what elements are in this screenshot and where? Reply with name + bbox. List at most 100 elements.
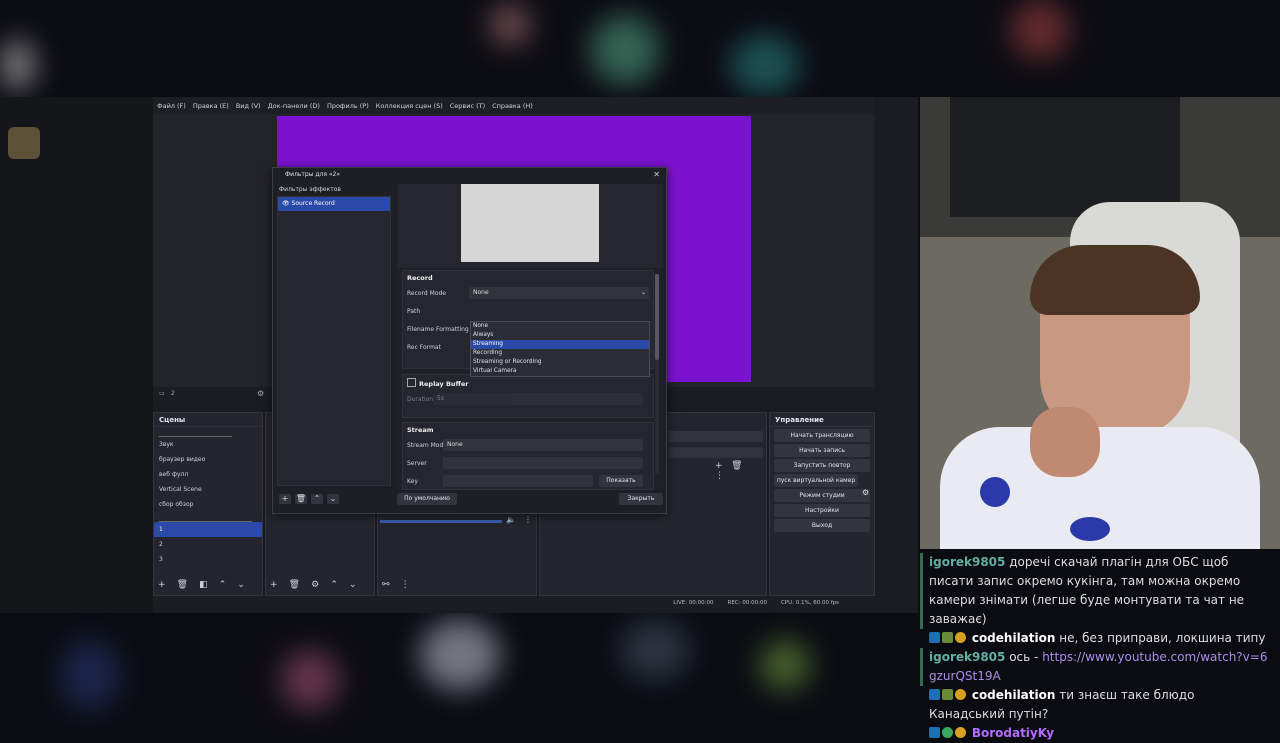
close-icon[interactable]: ✕ bbox=[653, 170, 660, 179]
menu-profile[interactable]: Профиль (P) bbox=[327, 102, 369, 110]
more-icon[interactable]: ⋮ bbox=[524, 515, 532, 524]
volume-slider[interactable] bbox=[380, 520, 502, 523]
controls-title: Управление bbox=[770, 413, 874, 427]
speaker-icon[interactable]: 🔈 bbox=[506, 515, 516, 524]
start-recording-button[interactable]: Начать запись bbox=[774, 444, 870, 457]
filters-panel: Фильтры эффектов 👁 Source Record bbox=[277, 184, 395, 490]
studio-mode-button[interactable]: Режим студии bbox=[774, 489, 870, 502]
add-icon[interactable]: + bbox=[158, 580, 166, 590]
chat-username[interactable]: codehilation bbox=[972, 631, 1056, 645]
gear-icon[interactable]: ⚙ bbox=[311, 580, 319, 590]
stream-group: Stream Stream Mode None Server Key Показ… bbox=[402, 422, 654, 490]
scroll-thumb[interactable] bbox=[655, 274, 659, 360]
eye-icon[interactable]: 👁 bbox=[282, 200, 290, 207]
record-section-title: Record bbox=[407, 274, 433, 282]
settings-button[interactable]: Настройки bbox=[774, 504, 870, 517]
up-icon[interactable]: ⌃ bbox=[330, 580, 338, 590]
remove-filter-button[interactable]: 🗑 bbox=[295, 494, 307, 504]
gear-icon[interactable]: ⚙ bbox=[257, 389, 264, 398]
scene-item[interactable]: 2 bbox=[154, 537, 262, 552]
move-up-button[interactable]: ⌃ bbox=[311, 494, 323, 504]
more-icon[interactable]: ⋮ bbox=[401, 580, 410, 590]
stream-mode-select[interactable]: None bbox=[443, 439, 643, 451]
record-mode-select[interactable]: None ⌄ bbox=[469, 287, 649, 299]
filter-icon[interactable]: ◧ bbox=[199, 580, 208, 590]
move-down-button[interactable]: ⌄ bbox=[327, 494, 339, 504]
scene-item[interactable]: Vertical Scene bbox=[154, 482, 262, 497]
scene-item[interactable]: Звук bbox=[154, 437, 262, 452]
record-mode-row: Record Mode None ⌄ bbox=[403, 285, 653, 303]
key-label: Key bbox=[407, 478, 418, 485]
close-button[interactable]: Закрыть bbox=[619, 493, 663, 505]
badge-icon bbox=[929, 632, 940, 643]
dropdown-option-highlighted[interactable]: Streaming bbox=[471, 340, 649, 349]
scene-item[interactable]: 3 bbox=[154, 552, 262, 567]
scene-item[interactable]: браузер видео bbox=[154, 452, 262, 467]
start-replay-button[interactable]: Запустить повтор bbox=[774, 459, 870, 472]
effect-filters-label: Фильтры эффектов bbox=[279, 186, 341, 193]
scene-item[interactable]: сбор обзор bbox=[154, 497, 262, 512]
badge-icon bbox=[955, 727, 966, 738]
up-icon[interactable]: ⌃ bbox=[219, 580, 227, 590]
duration-value: 5s bbox=[437, 395, 444, 402]
replay-buffer-checkbox[interactable] bbox=[407, 378, 416, 387]
properties-scrollbar[interactable] bbox=[655, 274, 659, 474]
trash-icon[interactable]: 🗑 bbox=[731, 461, 742, 471]
dropdown-option[interactable]: Virtual Camera bbox=[471, 367, 649, 376]
server-input[interactable] bbox=[443, 457, 643, 469]
dropdown-option[interactable]: Recording bbox=[471, 349, 649, 358]
chat-username[interactable]: codehilation bbox=[972, 688, 1056, 702]
path-label: Path bbox=[407, 308, 421, 315]
filters-dialog: Фильтры для «2» ✕ Фильтры эффектов 👁 Sou… bbox=[272, 167, 667, 514]
webcam-feed bbox=[920, 97, 1280, 549]
menu-tools[interactable]: Сервис (T) bbox=[450, 102, 485, 110]
chat-username[interactable]: igorek9805 bbox=[929, 555, 1005, 569]
chat-username[interactable]: igorek9805 bbox=[929, 650, 1005, 664]
chat-message: codehilation ти знаєш таке блюдо Канадсь… bbox=[920, 686, 1280, 724]
menu-help[interactable]: Справка (H) bbox=[492, 102, 533, 110]
exit-button[interactable]: Выход bbox=[774, 519, 870, 532]
more-icon[interactable]: ⋮ bbox=[715, 471, 724, 481]
menu-bar: Файл (F) Правка (E) Вид (V) Док-панели (… bbox=[153, 97, 875, 114]
filename-label: Filename Formatting bbox=[407, 326, 469, 333]
filter-item-source-record[interactable]: 👁 Source Record bbox=[278, 197, 390, 211]
show-key-button[interactable]: Показать bbox=[599, 475, 643, 487]
down-icon[interactable]: ⌄ bbox=[349, 580, 357, 590]
add-icon[interactable]: + bbox=[715, 461, 723, 471]
dropdown-option[interactable]: Streaming or Recording bbox=[471, 358, 649, 367]
duration-field[interactable] bbox=[668, 447, 763, 458]
obs-window: Файл (F) Правка (E) Вид (V) Док-панели (… bbox=[0, 97, 918, 613]
transition-select[interactable] bbox=[668, 431, 763, 442]
scenes-dock: Сцены Звук браузер видео веб фулл Vertic… bbox=[153, 412, 263, 596]
key-input[interactable] bbox=[443, 475, 593, 487]
chevron-down-icon: ⌄ bbox=[640, 289, 646, 296]
down-icon[interactable]: ⌄ bbox=[237, 580, 245, 590]
device-image bbox=[8, 127, 40, 159]
dropdown-option[interactable]: None bbox=[471, 322, 649, 331]
stream-section-title: Stream bbox=[407, 426, 434, 434]
add-filter-button[interactable]: + bbox=[279, 494, 291, 504]
live-status: LIVE: 00:00:00 bbox=[673, 600, 714, 606]
chat-username[interactable]: BorodatiyKy bbox=[972, 726, 1054, 740]
replay-buffer-group: Replay Buffer Duration 5s bbox=[402, 374, 654, 418]
menu-docks[interactable]: Док-панели (D) bbox=[268, 102, 320, 110]
menu-file[interactable]: Файл (F) bbox=[157, 102, 186, 110]
start-streaming-button[interactable]: Начать трансляцию bbox=[774, 429, 870, 442]
virtual-camera-button[interactable]: пуск виртуальной камер bbox=[774, 474, 858, 487]
menu-view[interactable]: Вид (V) bbox=[236, 102, 261, 110]
menu-scene-collection[interactable]: Коллекция сцен (S) bbox=[376, 102, 443, 110]
defaults-button[interactable]: По умолчанию bbox=[397, 493, 457, 505]
duration-input[interactable]: 5s bbox=[433, 393, 643, 405]
duration-row: Duration 5s bbox=[403, 391, 653, 409]
trash-icon[interactable]: 🗑 bbox=[289, 580, 300, 590]
scene-item-selected[interactable]: 1 bbox=[154, 522, 262, 537]
trash-icon[interactable]: 🗑 bbox=[177, 580, 188, 590]
chat-text: не, без приправи, локшина типу bbox=[1059, 631, 1266, 645]
menu-edit[interactable]: Правка (E) bbox=[193, 102, 229, 110]
scene-item[interactable]: веб фулл bbox=[154, 467, 262, 482]
link-icon[interactable]: ⚯ bbox=[382, 580, 390, 590]
gear-icon[interactable]: ⚙ bbox=[862, 488, 869, 497]
dropdown-option[interactable]: Always bbox=[471, 331, 649, 340]
add-icon[interactable]: + bbox=[270, 580, 278, 590]
controls-dock: Управление Начать трансляцию Начать запи… bbox=[769, 412, 875, 596]
